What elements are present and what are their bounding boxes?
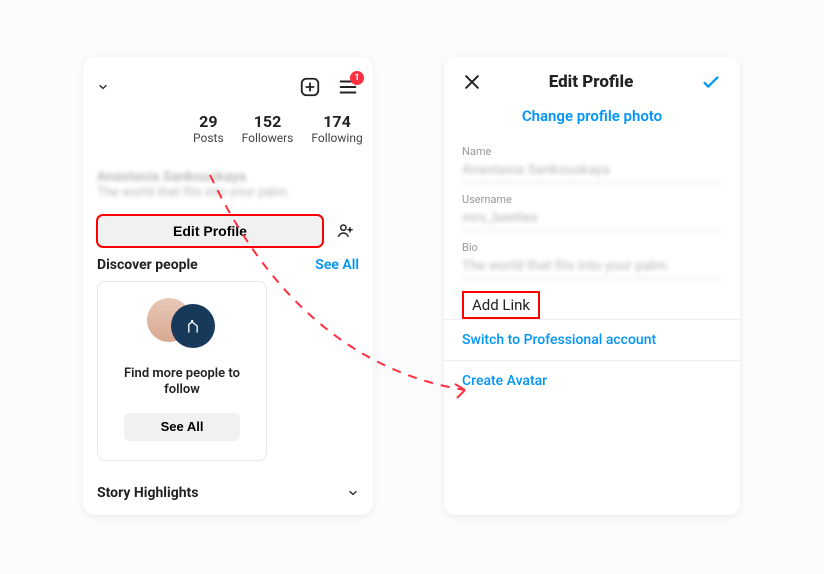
discover-title: Discover people bbox=[97, 257, 198, 273]
discover-card: Find more people to follow See All bbox=[97, 281, 267, 461]
profile-display-name: Anastasia Sankouskaya bbox=[97, 169, 359, 185]
field-name[interactable]: Name Anastasia Sankouskaya bbox=[444, 137, 740, 185]
add-person-icon[interactable] bbox=[331, 217, 359, 245]
chevron-down-icon bbox=[347, 487, 359, 499]
stat-count: 152 bbox=[242, 112, 294, 131]
create-avatar-option[interactable]: Create Avatar bbox=[444, 360, 740, 401]
story-highlights-row[interactable]: Story Highlights bbox=[97, 485, 359, 501]
field-label: Username bbox=[462, 193, 722, 206]
discover-card-text: Find more people to follow bbox=[110, 366, 254, 399]
notification-badge: 1 bbox=[350, 71, 364, 85]
field-label: Bio bbox=[462, 241, 722, 254]
stat-count: 29 bbox=[193, 112, 224, 131]
discover-see-all-link[interactable]: See All bbox=[315, 257, 359, 273]
confirm-check-icon[interactable] bbox=[700, 71, 722, 93]
story-highlights-label: Story Highlights bbox=[97, 485, 198, 501]
profile-screen: 1 29 Posts 152 Followers 174 Following A… bbox=[83, 57, 373, 515]
account-switcher[interactable] bbox=[97, 81, 109, 93]
field-value: The world that fits into your palm. bbox=[462, 254, 722, 279]
edit-profile-screen: Edit Profile Change profile photo Name A… bbox=[444, 57, 740, 515]
stat-followers[interactable]: 152 Followers bbox=[242, 112, 294, 145]
field-bio[interactable]: Bio The world that fits into your palm. bbox=[444, 233, 740, 281]
create-post-icon[interactable] bbox=[299, 76, 321, 98]
field-value: Anastasia Sankouskaya bbox=[462, 158, 722, 183]
switch-professional-option[interactable]: Switch to Professional account bbox=[444, 319, 740, 360]
stat-label: Following bbox=[311, 131, 362, 145]
profile-stats: 29 Posts 152 Followers 174 Following bbox=[193, 112, 363, 145]
stat-label: Followers bbox=[242, 131, 294, 145]
close-icon[interactable] bbox=[462, 72, 482, 92]
field-label: Name bbox=[462, 145, 722, 158]
page-title: Edit Profile bbox=[549, 72, 634, 92]
change-profile-photo-link[interactable]: Change profile photo bbox=[444, 107, 740, 125]
menu-icon[interactable]: 1 bbox=[337, 76, 359, 98]
stat-posts[interactable]: 29 Posts bbox=[193, 112, 224, 145]
profile-bio: The world that fits into your palm. bbox=[97, 185, 359, 200]
field-value: mrs_beetles bbox=[462, 206, 722, 231]
chevron-down-icon bbox=[97, 81, 109, 93]
discover-card-avatars bbox=[147, 298, 217, 348]
stat-count: 174 bbox=[311, 112, 362, 131]
add-link-button[interactable]: Add Link bbox=[462, 291, 540, 319]
discover-card-see-all-button[interactable]: See All bbox=[124, 413, 239, 441]
stat-label: Posts bbox=[193, 131, 224, 145]
edit-profile-button[interactable]: Edit Profile bbox=[97, 215, 323, 247]
field-username[interactable]: Username mrs_beetles bbox=[444, 185, 740, 233]
stat-following[interactable]: 174 Following bbox=[311, 112, 362, 145]
